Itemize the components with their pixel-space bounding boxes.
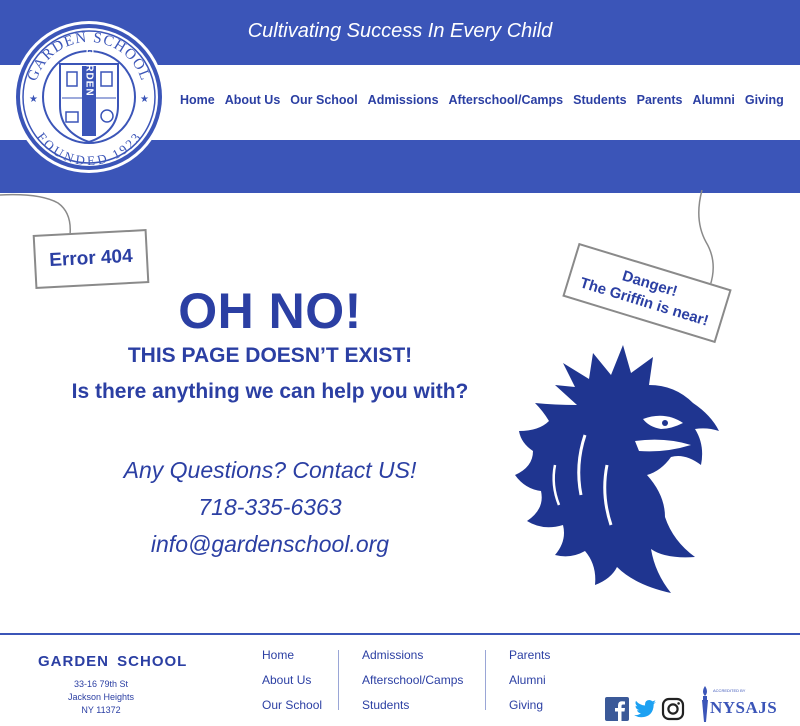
error-404-sign: Error 404 bbox=[32, 229, 150, 289]
nav-giving[interactable]: Giving bbox=[745, 93, 784, 107]
help-question: Is there anything we can help you with? bbox=[71, 380, 469, 403]
nav-alumni[interactable]: Alumni bbox=[692, 93, 734, 107]
nav-about-us[interactable]: About Us bbox=[225, 93, 281, 107]
footer-link-about-us[interactable]: About Us bbox=[262, 671, 322, 696]
footer-links-col-2: Admissions Afterschool/Camps Students bbox=[362, 646, 463, 721]
footer-link-giving[interactable]: Giving bbox=[509, 696, 550, 721]
school-seal-logo[interactable]: GARDEN SCHOOL FOUNDED 1923 ★ ★ GARDEN bbox=[12, 20, 166, 174]
footer-links-col-3: Parents Alumni Giving bbox=[509, 646, 550, 721]
griffin-mascot-image bbox=[515, 345, 719, 593]
footer-col-divider bbox=[338, 650, 339, 710]
footer-link-students[interactable]: Students bbox=[362, 696, 463, 721]
svg-text:★: ★ bbox=[29, 94, 38, 105]
nav-parents[interactable]: Parents bbox=[637, 93, 683, 107]
footer-link-our-school[interactable]: Our School bbox=[262, 696, 322, 721]
footer-link-admissions[interactable]: Admissions bbox=[362, 646, 463, 671]
instagram-icon[interactable] bbox=[661, 697, 685, 721]
footer-divider bbox=[0, 633, 800, 635]
email-link[interactable]: info@gardenschool.org bbox=[40, 531, 500, 558]
footer-link-alumni[interactable]: Alumni bbox=[509, 671, 550, 696]
svg-text:ACCREDITED BY: ACCREDITED BY bbox=[713, 688, 746, 693]
footer-school-name: GARDEN SCHOOL bbox=[38, 653, 188, 670]
nav-admissions[interactable]: Admissions bbox=[368, 93, 439, 107]
main-navigation: Home About Us Our School Admissions Afte… bbox=[180, 93, 794, 107]
footer-link-afterschool-camps[interactable]: Afterschool/Camps bbox=[362, 671, 463, 696]
facebook-icon[interactable] bbox=[605, 697, 629, 721]
footer-address-zip: NY 11372 bbox=[81, 705, 121, 715]
tagline: Cultivating Success In Every Child bbox=[247, 20, 553, 42]
twitter-icon[interactable] bbox=[633, 697, 657, 721]
nav-our-school[interactable]: Our School bbox=[290, 93, 357, 107]
svg-text:★: ★ bbox=[140, 94, 149, 105]
nav-students[interactable]: Students bbox=[573, 93, 626, 107]
footer-links-col-1: Home About Us Our School bbox=[262, 646, 322, 721]
nav-home[interactable]: Home bbox=[180, 93, 215, 107]
footer-col-divider bbox=[485, 650, 486, 710]
error-404-label: Error 404 bbox=[48, 245, 134, 272]
svg-text:GARDEN: GARDEN bbox=[84, 47, 95, 96]
nysajs-label: NYSAJS bbox=[710, 698, 778, 717]
nav-afterschool-camps[interactable]: Afterschool/Camps bbox=[449, 93, 564, 107]
contact-line: Any Questions? Contact US! bbox=[123, 457, 417, 483]
footer-address-street: 33-16 79th St bbox=[73, 679, 129, 689]
sign-string-right bbox=[698, 190, 714, 287]
footer-link-parents[interactable]: Parents bbox=[509, 646, 550, 671]
footer-link-home[interactable]: Home bbox=[262, 646, 322, 671]
subheadline: THIS PAGE DOESN’T EXIST! bbox=[127, 344, 413, 367]
headline: OH NO! bbox=[178, 283, 362, 339]
footer-address-city: Jackson Heights bbox=[67, 692, 135, 702]
phone-link[interactable]: 718-335-6363 bbox=[40, 494, 500, 521]
